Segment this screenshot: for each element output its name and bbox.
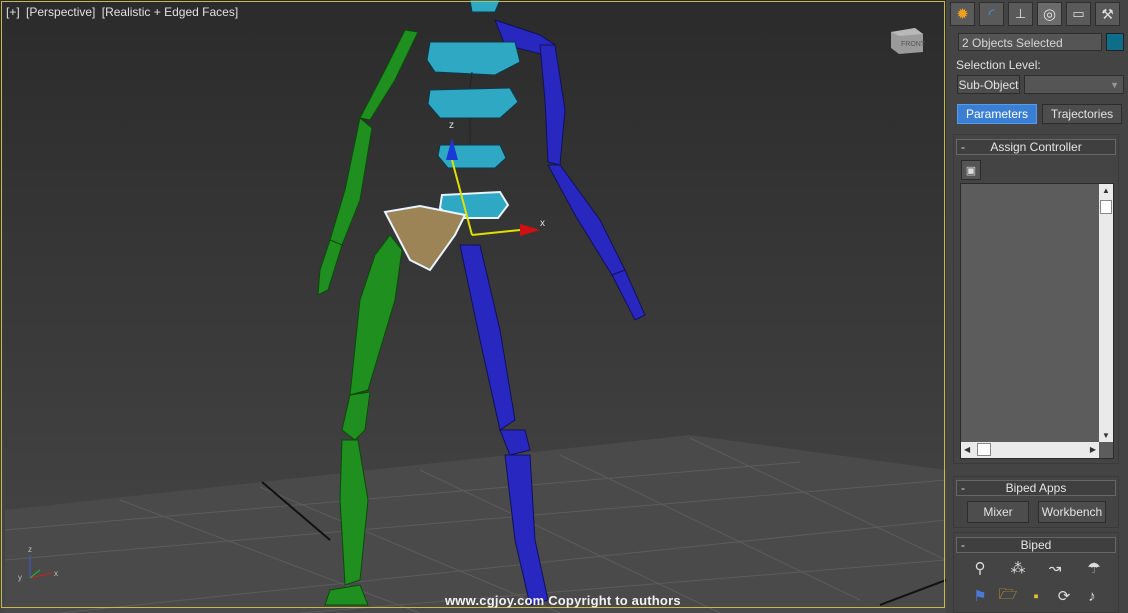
sub-object-button[interactable]: Sub-Object [957, 75, 1020, 94]
collapse-icon: - [961, 538, 965, 552]
command-panel: ✹ ◜ ⊥ ◎ ▭ ⚒ 2 Objects Selected Selection… [948, 0, 1128, 613]
figure-mode-icon: ⚲ [974, 560, 986, 577]
assign-controller-title: Assign Controller [990, 140, 1082, 154]
modify-icon: ◜ [988, 6, 995, 23]
horizontal-scrollbar[interactable]: ◀ ▶ [961, 442, 1099, 458]
mixer-mode-icon: ☂ [1087, 560, 1101, 577]
create-icon: ✹ [956, 6, 969, 23]
scrollbar-thumb[interactable] [1100, 200, 1112, 214]
play-biped-button[interactable]: ⚑ [970, 586, 990, 606]
parameters-button[interactable]: Parameters [957, 104, 1037, 124]
assign-controller-header[interactable]: - Assign Controller [956, 139, 1116, 155]
viewport-view-menu[interactable]: [Perspective] [26, 5, 95, 19]
command-panel-tabs: ✹ ◜ ⊥ ◎ ▭ ⚒ [950, 2, 1122, 26]
move-all-icon: ♪ [1088, 587, 1096, 605]
create-tab[interactable]: ✹ [950, 2, 975, 26]
open-folder-icon: 🗁 [998, 585, 1018, 603]
selection-name-field[interactable]: 2 Objects Selected [958, 33, 1102, 51]
svg-text:FRONT: FRONT [901, 41, 926, 48]
svg-text:z: z [28, 545, 32, 554]
motion-flow-icon: ↝ [1048, 560, 1062, 577]
biped-title: Biped [1020, 538, 1052, 552]
modify-tab[interactable]: ◜ [979, 2, 1004, 26]
trajectories-button[interactable]: Trajectories [1042, 104, 1122, 124]
viewport-menu-plus[interactable]: [+] [6, 5, 20, 19]
motion-tab[interactable]: ◎ [1037, 2, 1062, 26]
viewport-scene: x z z x y [4, 0, 946, 613]
biped-header[interactable]: - Biped [956, 537, 1116, 553]
scroll-left-icon[interactable]: ◀ [964, 445, 970, 454]
selection-level-label: Selection Level: [956, 58, 1041, 72]
biped-pelvis-selected [383, 190, 510, 272]
motion-icon: ◎ [1042, 6, 1057, 23]
workbench-button[interactable]: Workbench [1038, 501, 1106, 523]
chevron-down-icon: ▼ [1110, 80, 1119, 90]
watermark-text: www.cgjoy.com Copyright to authors [445, 593, 681, 608]
display-tab[interactable]: ▭ [1066, 2, 1091, 26]
svg-text:x: x [54, 569, 58, 578]
figure-mode-button[interactable]: ⚲ [970, 558, 990, 578]
scroll-down-icon[interactable]: ▼ [1102, 431, 1110, 440]
scroll-right-icon[interactable]: ▶ [1090, 445, 1096, 454]
mixer-button[interactable]: Mixer [967, 501, 1029, 523]
display-icon: ▭ [1072, 6, 1085, 21]
h-scrollbar-thumb[interactable] [977, 443, 991, 456]
scroll-up-icon[interactable]: ▲ [1102, 186, 1110, 195]
biped-apps-title: Biped Apps [1005, 481, 1067, 495]
footstep-mode-button[interactable]: ⁂ [1008, 558, 1028, 578]
move-all-mode-button[interactable]: ♪ [1082, 586, 1102, 606]
play-biped-icon: ⚑ [973, 588, 987, 605]
viewport-label[interactable]: [+] [Perspective] [Realistic + Edged Fac… [6, 5, 241, 19]
collapse-icon: - [961, 140, 965, 154]
ground-grid [4, 435, 946, 613]
hierarchy-icon: ⊥ [1014, 6, 1027, 21]
biped-apps-header[interactable]: - Biped Apps [956, 480, 1116, 496]
motion-flow-mode-button[interactable]: ↝ [1045, 558, 1065, 578]
convert-button[interactable]: ⟳ [1054, 586, 1074, 606]
svg-text:x: x [540, 218, 545, 229]
load-file-button[interactable]: 🗁 [998, 586, 1018, 606]
utilities-icon: ⚒ [1101, 5, 1114, 22]
perspective-viewport[interactable]: x z z x y [+] [Perspective] [Realistic +… [0, 0, 946, 613]
svg-text:z: z [449, 120, 454, 131]
hierarchy-tab[interactable]: ⊥ [1008, 2, 1033, 26]
collapse-icon: - [961, 481, 965, 495]
viewport-shading-menu[interactable]: [Realistic + Edged Faces] [102, 5, 238, 19]
controller-tree-list[interactable]: ▲ ▼ ◀ ▶ [960, 183, 1114, 459]
save-file-button[interactable]: ▪ [1026, 586, 1046, 606]
refresh-icon: ⟳ [1057, 588, 1071, 605]
footsteps-icon: ⁂ [1010, 560, 1026, 577]
sub-object-dropdown[interactable]: ▼ [1024, 75, 1124, 94]
svg-text:y: y [18, 573, 22, 582]
mixer-mode-button[interactable]: ☂ [1084, 558, 1104, 578]
vertical-scrollbar[interactable]: ▲ ▼ [1099, 184, 1113, 442]
utilities-tab[interactable]: ⚒ [1095, 2, 1120, 26]
assign-controller-icon: ▣ [965, 164, 977, 177]
selection-color-swatch[interactable] [1106, 33, 1124, 51]
viewcube[interactable]: FRONT [889, 24, 927, 56]
save-icon: ▪ [1033, 587, 1039, 605]
assign-controller-button[interactable]: ▣ [961, 160, 981, 180]
